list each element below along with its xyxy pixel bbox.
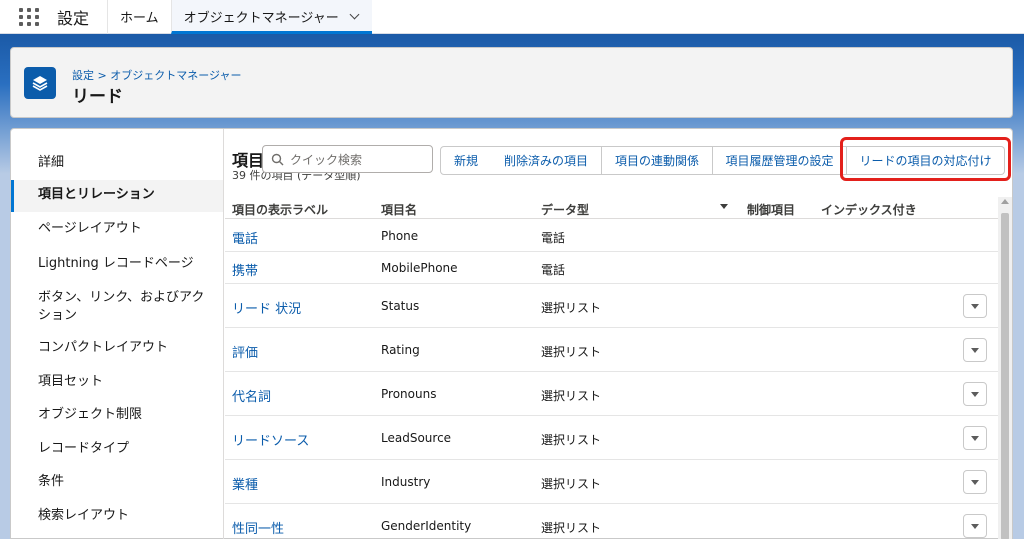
field-label-link[interactable]: 電話 [232, 228, 258, 247]
field-data-type: 電話 [541, 231, 566, 245]
main-panel: 詳細 項目とリレーション ページレイアウト Lightning レコードページ … [10, 128, 1013, 539]
deleted-fields-button[interactable]: 削除済みの項目 [491, 146, 602, 175]
app-name: 設定 [57, 8, 90, 28]
tab-home-label: ホーム [120, 11, 159, 26]
chevron-down-icon [971, 303, 979, 309]
chevron-down-icon[interactable] [349, 9, 360, 20]
scroll-up-icon[interactable] [1001, 199, 1009, 204]
tab-object-manager[interactable]: オブジェクトマネージャー [170, 0, 372, 34]
search-icon [271, 153, 284, 165]
chevron-down-icon [971, 435, 979, 441]
table-row: 業種 Industry 選択リスト [225, 460, 998, 504]
sidebar-item-label: ボタン、リンク、およびアクション [38, 290, 205, 323]
sidebar-item-object-limits[interactable]: オブジェクト制限 [11, 406, 223, 424]
field-label-link[interactable]: リードソース [232, 430, 309, 449]
field-label-link[interactable]: 業種 [232, 474, 258, 493]
sort-arrow-icon[interactable] [720, 204, 728, 209]
tab-home[interactable]: ホーム [107, 0, 171, 34]
sidebar-item-label: オブジェクト制限 [38, 407, 143, 422]
highlight-box [840, 137, 1011, 181]
sidebar-item-record-types[interactable]: レコードタイプ [11, 440, 223, 458]
table-row: リードソース LeadSource 選択リスト [225, 416, 998, 460]
field-dependencies-button[interactable]: 項目の連動関係 [602, 146, 713, 175]
field-api-name: Pronouns [381, 387, 437, 401]
field-label-link[interactable]: 携帯 [232, 260, 258, 279]
table-row: リード 状況 Status 選択リスト [225, 284, 998, 328]
table-row: 性同一性 GenderIdentity 選択リスト [225, 504, 998, 539]
field-api-name: LeadSource [381, 431, 452, 445]
sidebar-item-lightning-record-pages[interactable]: Lightning レコードページ [11, 255, 223, 273]
chevron-down-icon [971, 523, 979, 529]
header-controlling-field[interactable]: 制御項目 [747, 201, 795, 218]
field-label-link[interactable]: 性同一性 [232, 518, 284, 537]
sidebar-item-fields-relationships[interactable]: 項目とリレーション [11, 180, 223, 212]
field-data-type: 選択リスト [541, 521, 602, 535]
table-row: 電話 Phone 電話 [225, 220, 998, 252]
sidebar-item-search-layouts[interactable]: 検索レイアウト [11, 507, 223, 525]
search-placeholder: クイック検索 [290, 152, 363, 167]
global-nav: 設定 ホーム オブジェクトマネージャー [0, 0, 1024, 34]
field-label-link[interactable]: 代名詞 [232, 386, 271, 405]
field-data-type: 選択リスト [541, 477, 602, 491]
sidebar-item-field-sets[interactable]: 項目セット [11, 373, 223, 391]
sidebar-item-details[interactable]: 詳細 [11, 154, 223, 172]
chevron-down-icon [971, 347, 979, 353]
layers-icon [24, 67, 56, 99]
row-actions-button[interactable] [963, 514, 987, 538]
row-actions-button[interactable] [963, 470, 987, 494]
field-label-link[interactable]: 評価 [232, 342, 258, 361]
row-actions-button[interactable] [963, 382, 987, 406]
header-field-label[interactable]: 項目の表示ラベル [232, 201, 328, 218]
field-api-name: Status [381, 299, 420, 313]
field-api-name: GenderIdentity [381, 519, 472, 533]
app-launcher-icon[interactable] [18, 6, 40, 28]
field-data-type: 選択リスト [541, 345, 602, 359]
new-button[interactable]: 新規 [440, 146, 492, 175]
sidebar: 詳細 項目とリレーション ページレイアウト Lightning レコードページ … [11, 129, 224, 539]
field-label-link[interactable]: リード 状況 [232, 298, 301, 317]
header-data-type[interactable]: データ型 [541, 201, 589, 218]
chevron-down-icon [971, 391, 979, 397]
sidebar-item-label: 検索レイアウト [38, 508, 130, 523]
sidebar-item-label: ページレイアウト [38, 221, 142, 236]
sidebar-item-buttons-links-actions[interactable]: ボタン、リンク、およびアクション [11, 289, 223, 325]
object-header: 設定 > オブジェクトマネージャー リード [10, 47, 1013, 118]
sidebar-item-conditions[interactable]: 条件 [11, 473, 223, 491]
field-api-name: Industry [381, 475, 431, 489]
table-row: 評価 Rating 選択リスト [225, 328, 998, 372]
row-actions-button[interactable] [963, 294, 987, 318]
field-data-type: 選択リスト [541, 301, 602, 315]
fields-content: 項目 39 件の項目 (データ型順) クイック検索 新規 削除済みの項目 項目の… [225, 129, 1014, 539]
sidebar-item-label: 項目とリレーション [38, 187, 155, 202]
page-title: リード [72, 87, 123, 107]
scrollbar-thumb[interactable] [1001, 213, 1009, 539]
header-indexed[interactable]: インデックス付き [821, 201, 917, 218]
tab-object-manager-label: オブジェクトマネージャー [183, 11, 339, 26]
field-history-button[interactable]: 項目履歴管理の設定 [713, 146, 847, 175]
field-data-type: 選択リスト [541, 389, 602, 403]
header-field-name[interactable]: 項目名 [381, 201, 417, 218]
row-actions-button[interactable] [963, 338, 987, 362]
table-header: 項目の表示ラベル 項目名 データ型 制御項目 インデックス付き [225, 197, 998, 219]
field-data-type: 選択リスト [541, 433, 602, 447]
breadcrumb[interactable]: 設定 > オブジェクトマネージャー [72, 67, 241, 83]
field-api-name: Phone [381, 229, 419, 243]
chevron-down-icon [971, 479, 979, 485]
sidebar-item-label: Lightning レコードページ [38, 256, 194, 271]
sidebar-item-label: レコードタイプ [38, 441, 130, 456]
field-api-name: MobilePhone [381, 261, 458, 275]
table-row: 代名詞 Pronouns 選択リスト [225, 372, 998, 416]
sidebar-item-label: 条件 [38, 474, 65, 489]
sidebar-item-label: 詳細 [38, 155, 65, 170]
field-data-type: 電話 [541, 263, 566, 277]
sidebar-item-label: コンパクトレイアウト [38, 340, 169, 355]
table-row: 携帯 MobilePhone 電話 [225, 252, 998, 284]
row-actions-button[interactable] [963, 426, 987, 450]
field-api-name: Rating [381, 343, 420, 357]
sidebar-item-compact-layouts[interactable]: コンパクトレイアウト [11, 339, 223, 357]
sidebar-item-page-layouts[interactable]: ページレイアウト [11, 220, 223, 238]
quick-search-input[interactable]: クイック検索 [262, 145, 433, 173]
sidebar-item-label: 項目セット [38, 374, 104, 389]
